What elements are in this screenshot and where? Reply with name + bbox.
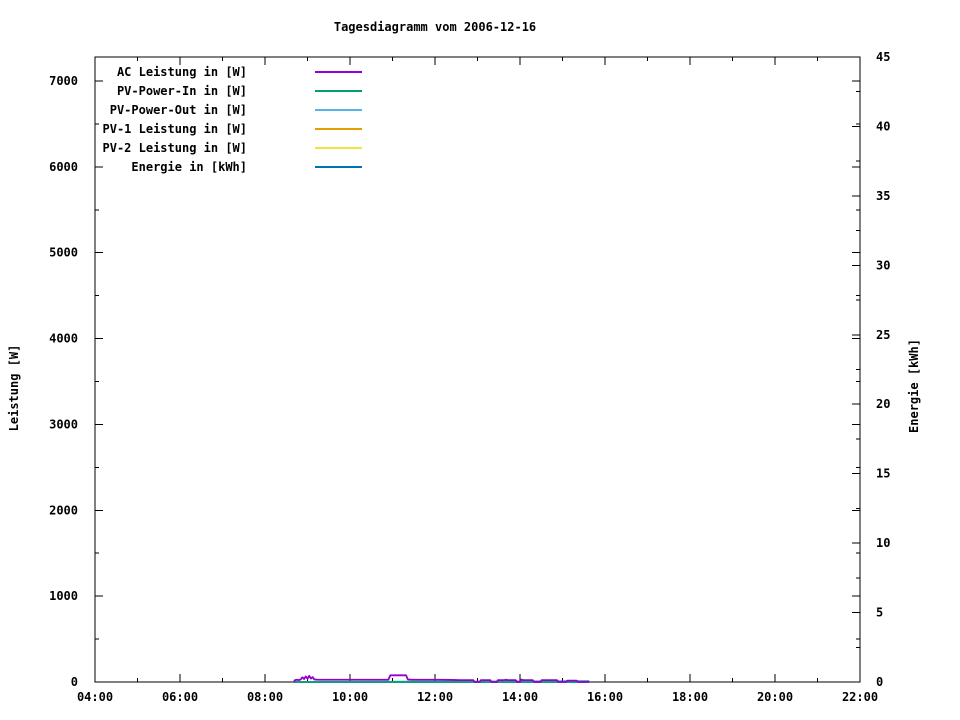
y-right-tick-label: 30 [876,258,890,272]
y-right-tick-label: 10 [876,536,890,550]
legend-label: Energie in [kWh] [131,160,247,174]
y-left-tick-label: 1000 [49,589,78,603]
x-tick-label: 04:00 [77,690,113,704]
y-left-tick-label: 5000 [49,246,78,260]
x-tick-label: 10:00 [332,690,368,704]
x-tick-label: 16:00 [587,690,623,704]
chart-canvas: Tagesdiagramm vom 2006-12-16 Leistung [W… [0,0,960,720]
x-tick-label: 20:00 [757,690,793,704]
x-tick-label: 08:00 [247,690,283,704]
plot-area: 04:00 06:00 08:00 10:00 12:00 14:00 16:00 18:00… [0,0,960,720]
x-tick-label: 14:00 [502,690,538,704]
x-tick-label: 22:00 [842,690,878,704]
y-left-tick-label: 0 [71,675,78,689]
y-left-tick-label: 2000 [49,503,78,517]
y-right-tick-label: 35 [876,189,890,203]
y-left-tick-label: 7000 [49,74,78,88]
x-tick-label: 12:00 [417,690,453,704]
legend-label: PV-1 Leistung in [W] [103,122,248,136]
legend-label: PV-Power-Out in [W] [110,103,247,117]
y-right-tick-label: 20 [876,397,890,411]
y-left-tick-label: 3000 [49,417,78,431]
y-right-tick-label: 0 [876,675,883,689]
y-left-tick-label: 6000 [49,160,78,174]
x-tick-label: 06:00 [162,690,198,704]
y-left-tick-label: 4000 [49,332,78,346]
y-right-tick-label: 45 [876,50,890,64]
legend-label: AC Leistung in [W] [117,65,247,79]
y-right-tick-label: 25 [876,328,890,342]
y-right-tick-label: 5 [876,606,883,620]
legend-label: PV-2 Leistung in [W] [103,141,248,155]
x-tick-label: 18:00 [672,690,708,704]
y-right-tick-label: 40 [876,119,890,133]
y-right-tick-label: 15 [876,467,890,481]
legend-label: PV-Power-In in [W] [117,84,247,98]
